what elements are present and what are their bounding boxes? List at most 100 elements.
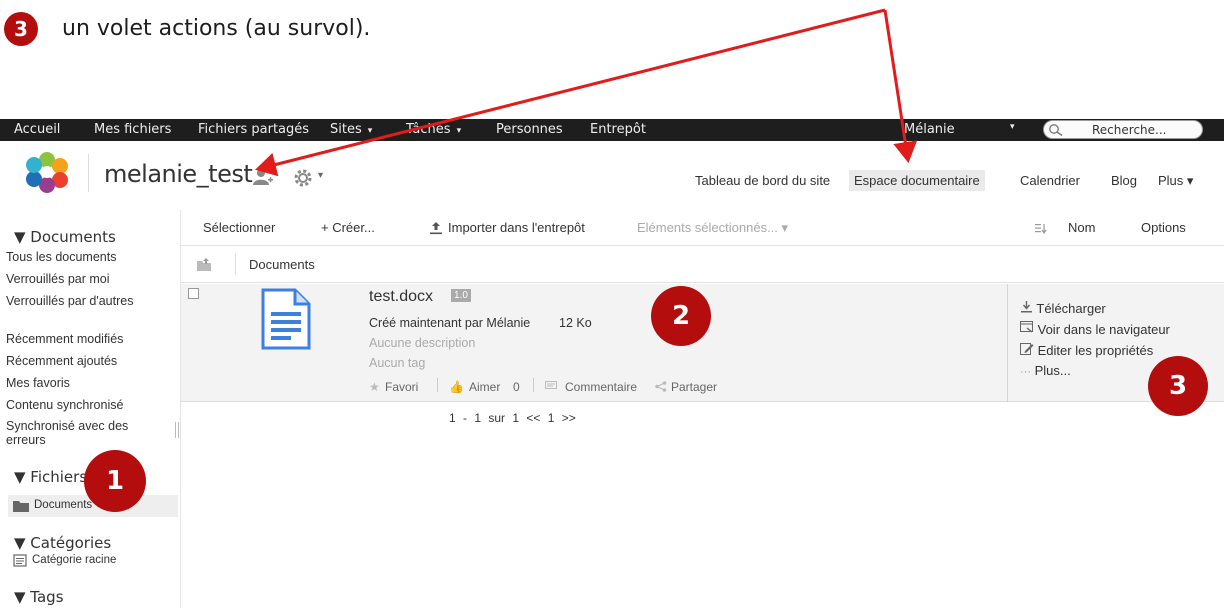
row-checkbox[interactable]: [188, 288, 199, 299]
nav-fichiers-partages[interactable]: Fichiers partagés: [198, 122, 309, 137]
edit-icon: [1020, 343, 1034, 355]
sidebar: ▼ Documents Tous les documents Verrouill…: [0, 210, 178, 608]
pagination: 1 - 1 sur 1 << 1 >>: [449, 411, 576, 425]
gear-icon[interactable]: [292, 167, 314, 189]
sidebar-item-favorites[interactable]: Mes favoris: [6, 376, 146, 390]
sidebar-item-synced[interactable]: Contenu synchronisé: [6, 398, 146, 412]
action-edit-label: Editer les propriétés: [1037, 343, 1154, 358]
sidebar-item-all-documents[interactable]: Tous les documents: [6, 250, 146, 264]
sidebar-resize-handle[interactable]: [175, 422, 179, 438]
version-badge: 1.0: [451, 289, 471, 302]
search-input[interactable]: Recherche...: [1043, 120, 1203, 139]
action-download[interactable]: Télécharger: [1020, 300, 1106, 316]
sidebar-fichiers-header[interactable]: ▼ Fichiers: [14, 468, 87, 486]
pagination-summary: 1 - 1 sur 1: [449, 411, 520, 425]
sidebar-item-locked-by-me[interactable]: Verrouillés par moi: [6, 272, 146, 286]
ellipsis-icon: ···: [1020, 366, 1031, 378]
action-download-label: Télécharger: [1036, 301, 1106, 316]
file-size: 12 Ko: [559, 316, 592, 330]
sort-by-name[interactable]: Nom: [1068, 220, 1095, 235]
share-link[interactable]: Partager: [671, 380, 717, 394]
document-library: Sélectionner + Créer... Importer dans l'…: [180, 210, 1224, 608]
sidebar-categories-header[interactable]: ▼ Catégories: [14, 534, 111, 552]
action-divider: [437, 378, 438, 392]
annotation-badge-2: 2: [651, 286, 711, 346]
pagination-next[interactable]: >>: [562, 411, 576, 425]
category-icon: [13, 554, 27, 567]
nav-taches[interactable]: Tâches ▾: [406, 122, 461, 137]
sitenav-calendar[interactable]: Calendrier: [1020, 173, 1080, 188]
top-nav-bar: Accueil Mes fichiers Fichiers partagés S…: [0, 119, 1224, 141]
breadcrumb-divider: [235, 253, 236, 275]
sidebar-item-recently-added[interactable]: Récemment ajoutés: [6, 354, 146, 368]
download-icon: [1021, 301, 1032, 313]
action-more[interactable]: ··· Plus...: [1020, 363, 1071, 378]
chevron-down-icon[interactable]: ▾: [318, 170, 323, 181]
star-icon: ★: [369, 380, 380, 394]
selected-items-menu[interactable]: Eléments sélectionnés... ▾: [637, 220, 788, 236]
site-title: melanie_test: [104, 160, 253, 188]
word-document-icon[interactable]: [261, 288, 311, 350]
select-button[interactable]: Sélectionner: [203, 220, 275, 235]
step-caption: un volet actions (au survol).: [62, 16, 371, 41]
search-placeholder: Recherche...: [1092, 123, 1167, 137]
sidebar-item-sync-errors[interactable]: Synchronisé avec des erreurs: [6, 419, 171, 447]
sidebar-tags-header[interactable]: ▼ Tags: [14, 588, 64, 606]
nav-accueil[interactable]: Accueil: [14, 122, 60, 137]
nav-taches-label: Tâches: [406, 122, 451, 137]
sidebar-documents-header[interactable]: ▼ Documents: [14, 228, 116, 246]
annotation-badge-1: 1: [84, 450, 146, 512]
pagination-page[interactable]: 1: [548, 411, 555, 425]
breadcrumb-current[interactable]: Documents: [249, 257, 315, 272]
nav-personnes[interactable]: Personnes: [496, 122, 563, 137]
thumbs-up-icon: 👍: [449, 380, 464, 394]
sidebar-item-locked-by-others[interactable]: Verrouillés par d'autres: [6, 294, 136, 308]
created-info: Créé maintenant par Mélanie: [369, 316, 531, 330]
sort-icon[interactable]: [1035, 223, 1047, 234]
alfresco-logo: [26, 152, 68, 193]
share-icon: [655, 381, 667, 392]
sitenav-blog[interactable]: Blog: [1111, 173, 1137, 188]
pagination-prev[interactable]: <<: [526, 411, 540, 425]
nav-sites[interactable]: Sites ▾: [330, 122, 372, 137]
action-edit-properties[interactable]: Editer les propriétés: [1020, 342, 1153, 358]
options-menu[interactable]: Options: [1141, 220, 1186, 235]
step-badge: 3: [4, 12, 38, 46]
favorite-link[interactable]: Favori: [385, 380, 418, 394]
action-more-label: Plus...: [1034, 363, 1071, 378]
comment-icon: [545, 381, 557, 389]
action-view-in-browser[interactable]: Voir dans le navigateur: [1020, 321, 1170, 337]
parent-folder-icon[interactable]: [197, 258, 213, 271]
document-name[interactable]: test.docx: [369, 288, 433, 306]
nav-mes-fichiers[interactable]: Mes fichiers: [94, 122, 171, 137]
sidebar-item-root-category[interactable]: Catégorie racine: [32, 554, 116, 566]
chevron-down-icon: ▾: [367, 126, 373, 136]
browser-icon: [1020, 321, 1033, 333]
nav-entrepot[interactable]: Entrepôt: [590, 122, 646, 137]
sitenav-document-library[interactable]: Espace documentaire: [849, 170, 985, 191]
create-button[interactable]: + Créer...: [321, 220, 375, 235]
sidebar-item-documents-folder[interactable]: Documents: [34, 499, 92, 511]
like-count: 0: [513, 380, 520, 394]
document-tags[interactable]: Aucun tag: [369, 356, 425, 370]
annotation-badge-3: 3: [1148, 356, 1208, 416]
like-link[interactable]: Aimer: [469, 380, 500, 394]
chevron-down-icon[interactable]: ▾: [1010, 122, 1015, 132]
upload-button[interactable]: Importer dans l'entrepôt: [448, 220, 585, 235]
folder-icon: [13, 501, 29, 512]
add-user-icon[interactable]: [252, 167, 274, 187]
search-icon: [1049, 124, 1063, 137]
document-description[interactable]: Aucune description: [369, 336, 475, 350]
sidebar-item-recently-modified[interactable]: Récemment modifiés: [6, 332, 146, 346]
sitenav-more[interactable]: Plus ▾: [1158, 173, 1193, 189]
upload-icon: [430, 222, 442, 235]
chevron-down-icon: ▾: [456, 126, 462, 136]
sitenav-dashboard[interactable]: Tableau de bord du site: [695, 173, 830, 188]
comment-link[interactable]: Commentaire: [565, 380, 637, 394]
breadcrumb: Documents: [181, 247, 1224, 283]
nav-sites-label: Sites: [330, 122, 362, 137]
header-divider: [88, 154, 89, 192]
action-divider: [533, 378, 534, 392]
doclib-toolbar: Sélectionner + Créer... Importer dans l'…: [181, 210, 1224, 246]
user-menu[interactable]: Mélanie: [904, 122, 955, 137]
